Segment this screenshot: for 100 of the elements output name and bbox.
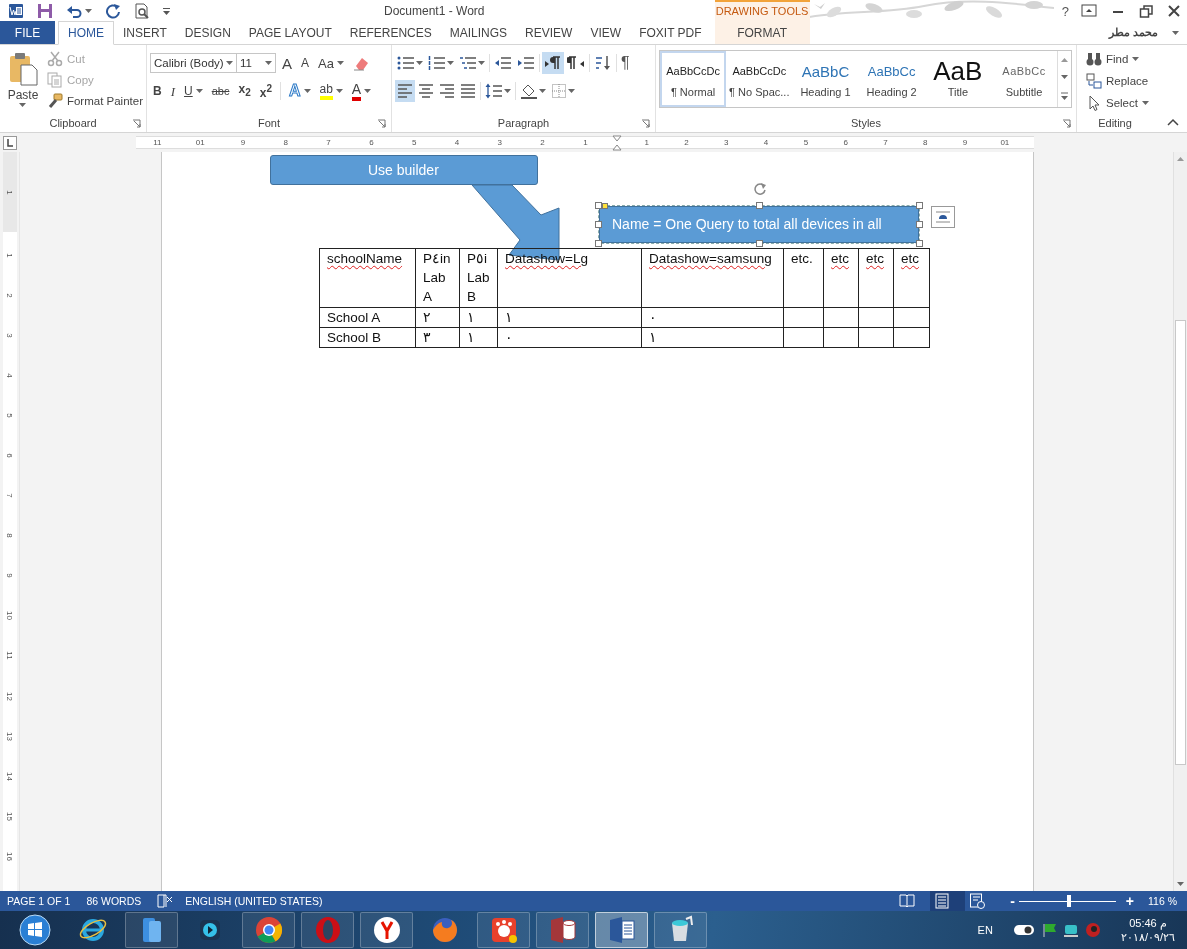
- zoom-out-button[interactable]: -: [1010, 893, 1015, 909]
- style-item[interactable]: AaBbCcDc ¶ Normal: [660, 51, 727, 107]
- ribbon-tab[interactable]: REVIEW: [516, 21, 582, 44]
- app-logo-icon[interactable]: [8, 3, 24, 19]
- save-icon[interactable]: [37, 3, 53, 19]
- replace-button[interactable]: Replace: [1086, 72, 1149, 90]
- scrollbar-thumb[interactable]: [1175, 320, 1186, 765]
- page-count[interactable]: PAGE 1 OF 1: [7, 895, 71, 907]
- dialog-launcher-icon[interactable]: [1062, 118, 1071, 128]
- style-item[interactable]: AaBbCc Heading 2: [858, 51, 925, 107]
- clock-time[interactable]: 05:46 م: [1129, 916, 1167, 930]
- taskbar-button[interactable]: [654, 912, 707, 948]
- disc-icon[interactable]: [1084, 922, 1101, 938]
- taskbar-button[interactable]: [360, 912, 413, 948]
- resize-handle[interactable]: [756, 240, 763, 247]
- monitor-icon[interactable]: [1062, 922, 1079, 938]
- ribbon-tab[interactable]: VIEW: [581, 21, 631, 44]
- font-size-field[interactable]: 11: [236, 53, 276, 73]
- customize-icon[interactable]: [163, 7, 170, 15]
- ribbon-tab[interactable]: REFERENCES: [340, 21, 441, 44]
- taskbar-button[interactable]: [595, 912, 648, 948]
- print-preview-icon[interactable]: [134, 3, 150, 19]
- flame-globe-icon[interactable]: [430, 915, 460, 945]
- subscript-button[interactable]: x$_{2}$: [235, 81, 254, 101]
- proofing-icon[interactable]: [157, 893, 174, 909]
- italic-button[interactable]: I: [167, 81, 178, 101]
- find-button[interactable]: Find: [1086, 50, 1149, 68]
- font-color-button[interactable]: A: [348, 81, 375, 101]
- show-marks-button[interactable]: ¶: [619, 52, 632, 74]
- collapse-icon[interactable]: [1167, 118, 1179, 126]
- start-button[interactable]: [19, 914, 51, 946]
- style-item[interactable]: AaB Title: [924, 51, 991, 107]
- user-name[interactable]: محمد مطر: [1108, 26, 1158, 39]
- highlight-button[interactable]: ab: [316, 81, 346, 101]
- restore-icon[interactable]: [1139, 4, 1153, 18]
- tab-stop-icon[interactable]: [3, 135, 17, 150]
- ribbon-tab[interactable]: PAGE LAYOUT: [239, 21, 341, 44]
- caret-icon[interactable]: [1172, 30, 1179, 35]
- superscript-button[interactable]: x$^{2}$: [256, 81, 275, 101]
- ribbon-tab[interactable]: DESIGN: [175, 21, 240, 44]
- resize-handle[interactable]: [916, 202, 923, 209]
- taskbar-button[interactable]: [125, 912, 178, 948]
- language-indicator[interactable]: EN: [977, 924, 993, 936]
- indent-marker-icon[interactable]: [611, 134, 622, 151]
- shrink-font-button[interactable]: A: [298, 53, 313, 73]
- change-case-button[interactable]: Aa: [315, 53, 347, 73]
- format-painter-button[interactable]: Format Painter: [46, 92, 143, 110]
- select-button[interactable]: Select: [1086, 94, 1149, 112]
- scroll-down-icon[interactable]: [1060, 74, 1070, 81]
- clock-date[interactable]: ٢٠١٨/٠٩/٢٦: [1120, 930, 1175, 944]
- font-name-field[interactable]: Calibri (Body): [150, 53, 237, 73]
- taskbar-button[interactable]: [536, 912, 589, 948]
- help-button[interactable]: ?: [1061, 3, 1069, 19]
- layout-options-icon[interactable]: [931, 206, 955, 228]
- taskbar-button[interactable]: [477, 912, 530, 948]
- align-left-button[interactable]: [395, 80, 415, 102]
- resize-handle[interactable]: [756, 202, 763, 209]
- redo-icon[interactable]: [105, 3, 121, 19]
- ribbon-display-icon[interactable]: [1081, 4, 1097, 18]
- scroll-down-icon[interactable]: [1176, 881, 1185, 887]
- resize-handle[interactable]: [916, 221, 923, 228]
- dialog-launcher-icon[interactable]: [377, 118, 386, 128]
- language-indicator[interactable]: ENGLISH (UNITED STATES): [185, 895, 323, 907]
- word-count[interactable]: 86 WORDS: [86, 895, 142, 907]
- ruler-number: 14: [5, 771, 14, 781]
- scroll-up-icon[interactable]: [1060, 56, 1070, 63]
- flag-icon[interactable]: [1040, 922, 1057, 938]
- left-to-right-button[interactable]: [542, 52, 564, 74]
- underline-button[interactable]: U: [181, 81, 206, 101]
- close-icon[interactable]: [1167, 4, 1181, 18]
- ribbon-tab[interactable]: MAILINGS: [440, 21, 517, 44]
- undo-icon[interactable]: [66, 3, 82, 19]
- ribbon-tab[interactable]: INSERT: [114, 21, 176, 44]
- rotate-handle-icon[interactable]: [753, 182, 767, 196]
- bold-button[interactable]: B: [150, 81, 165, 101]
- style-item[interactable]: AaBbCcDc ¶ No Spac...: [726, 51, 793, 107]
- toggle-icon[interactable]: [1012, 923, 1035, 937]
- ribbon-tab[interactable]: HOME: [58, 21, 114, 45]
- taskbar-button[interactable]: [242, 912, 295, 948]
- zoom-level[interactable]: 116 %: [1148, 895, 1177, 907]
- resize-handle[interactable]: [916, 240, 923, 247]
- paste-button[interactable]: Paste: [3, 49, 43, 114]
- style-item[interactable]: AaBbC Heading 1: [792, 51, 859, 107]
- resize-handle[interactable]: [595, 221, 602, 228]
- ribbon-tab[interactable]: FORMAT: [714, 21, 810, 44]
- more-styles-icon[interactable]: [1060, 92, 1070, 102]
- grow-font-button[interactable]: A: [279, 53, 295, 73]
- resize-handle[interactable]: [595, 202, 602, 209]
- caret-icon[interactable]: [85, 9, 92, 13]
- resize-handle[interactable]: [595, 240, 602, 247]
- dialog-launcher-icon[interactable]: [132, 118, 141, 128]
- dialog-launcher-icon[interactable]: [641, 118, 650, 128]
- zoom-in-button[interactable]: +: [1125, 893, 1134, 909]
- strikethrough-button[interactable]: abc: [208, 81, 233, 101]
- slider-thumb[interactable]: [1067, 895, 1072, 907]
- ribbon-tab[interactable]: FOXIT PDF: [630, 21, 711, 44]
- view-button[interactable]: [930, 891, 966, 911]
- ribbon-tab[interactable]: FILE: [0, 21, 55, 44]
- adjust-handle[interactable]: [602, 203, 608, 209]
- style-item[interactable]: AaBbCc Subtitle: [990, 51, 1058, 107]
